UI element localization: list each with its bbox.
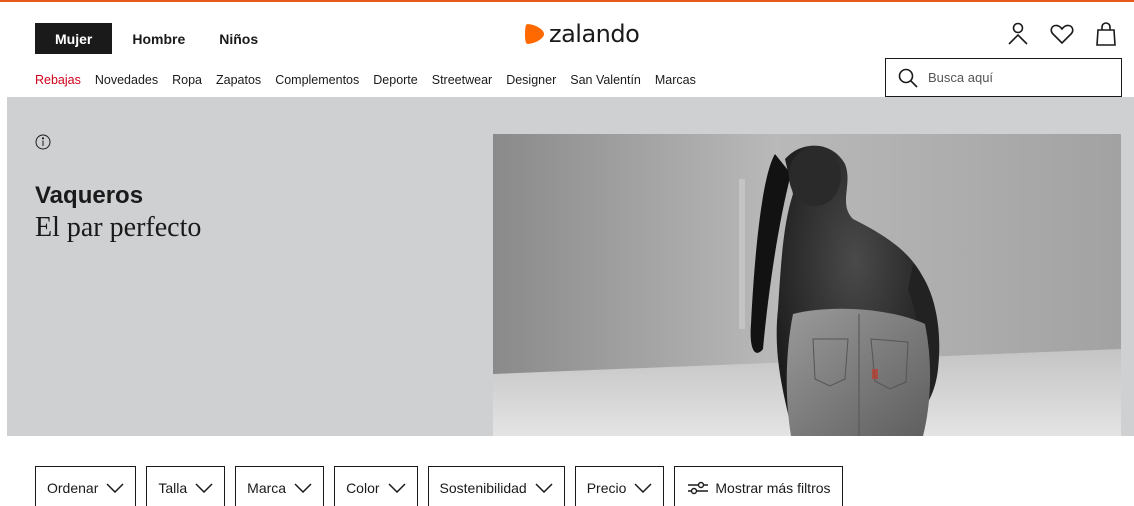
filter-label: Sostenibilidad	[439, 479, 527, 496]
filter-color[interactable]: Color	[334, 466, 418, 506]
gender-tab-ninos[interactable]: Niños	[203, 23, 274, 54]
gender-tab-mujer[interactable]: Mujer	[35, 23, 113, 54]
hero-image[interactable]	[493, 134, 1121, 436]
category-nav: Rebajas Novedades Ropa Zapatos Complemen…	[35, 73, 710, 87]
gender-tab-hombre[interactable]: Hombre	[112, 23, 203, 54]
account-icon[interactable]	[1004, 20, 1032, 48]
chevron-down-icon	[195, 482, 213, 493]
nav-item-san-valentin[interactable]: San Valentín	[570, 73, 641, 87]
chevron-down-icon	[106, 482, 124, 493]
chevron-down-icon	[294, 482, 312, 493]
zalando-logo[interactable]: zalando	[525, 20, 640, 48]
info-icon[interactable]	[35, 134, 51, 150]
gender-tabs: Mujer Hombre Niños	[35, 23, 274, 54]
filter-label: Marca	[247, 479, 287, 496]
hero-banner: Vaqueros El par perfecto	[7, 97, 1134, 436]
search-input[interactable]	[928, 70, 1108, 85]
wishlist-heart-icon[interactable]	[1048, 20, 1076, 48]
chevron-down-icon	[388, 482, 406, 493]
nav-item-deporte[interactable]: Deporte	[373, 73, 417, 87]
filter-precio[interactable]: Precio	[574, 466, 665, 506]
more-filters-button[interactable]: Mostrar más filtros	[674, 466, 843, 506]
chevron-down-icon	[535, 482, 553, 493]
filter-marca[interactable]: Marca	[235, 466, 325, 506]
zalando-logo-mark-icon	[525, 24, 544, 44]
nav-item-streetwear[interactable]: Streetwear	[432, 73, 492, 87]
filter-sostenibilidad[interactable]: Sostenibilidad	[427, 466, 565, 506]
sliders-icon	[688, 481, 709, 494]
nav-item-rebajas[interactable]: Rebajas	[35, 73, 81, 87]
filter-label: Talla	[158, 479, 188, 496]
shopping-bag-icon[interactable]	[1092, 20, 1120, 48]
filter-bar: Ordenar Talla Marca Color Sostenibilidad…	[35, 466, 843, 506]
nav-item-zapatos[interactable]: Zapatos	[216, 73, 261, 87]
nav-item-complementos[interactable]: Complementos	[275, 73, 359, 87]
nav-item-marcas[interactable]: Marcas	[655, 73, 696, 87]
more-filters-label: Mostrar más filtros	[715, 479, 831, 496]
nav-item-designer[interactable]: Designer	[506, 73, 556, 87]
nav-item-novedades[interactable]: Novedades	[95, 73, 158, 87]
nav-item-ropa[interactable]: Ropa	[172, 73, 202, 87]
hero-title: Vaqueros	[35, 182, 144, 209]
hero-subtitle: El par perfecto	[35, 212, 202, 243]
chevron-down-icon	[634, 482, 652, 493]
filter-talla[interactable]: Talla	[146, 466, 226, 506]
filter-ordenar[interactable]: Ordenar	[35, 466, 137, 506]
filter-label: Ordenar	[47, 479, 99, 496]
logo-wordmark: zalando	[549, 20, 640, 48]
header-actions	[1004, 20, 1120, 48]
search-box[interactable]	[885, 58, 1122, 97]
filter-label: Precio	[586, 479, 627, 496]
top-accent-bar	[0, 0, 1134, 2]
filter-label: Color	[346, 479, 380, 496]
search-icon	[898, 68, 918, 88]
